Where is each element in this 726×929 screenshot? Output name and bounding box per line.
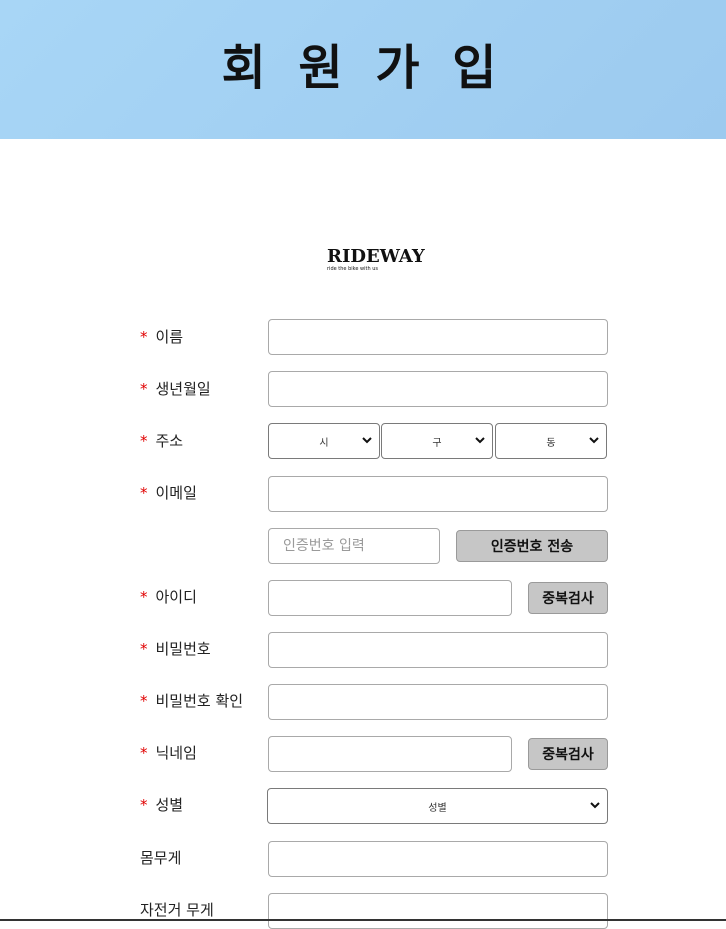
required-mark: * bbox=[140, 432, 148, 450]
logo-brand: RIDEWAY bbox=[327, 246, 425, 267]
password-confirm-input[interactable] bbox=[268, 684, 608, 720]
bike-weight-label: 자전거 무게 bbox=[140, 901, 214, 919]
password-confirm-label-text: 비밀번호 확인 bbox=[155, 692, 244, 710]
required-mark: * bbox=[140, 640, 148, 658]
nickname-label-text: 닉네임 bbox=[155, 744, 197, 762]
bike-weight-input[interactable] bbox=[268, 893, 608, 929]
chevron-down-icon bbox=[475, 437, 485, 444]
auth-code-input[interactable] bbox=[268, 528, 440, 564]
password-label: * 비밀번호 bbox=[140, 638, 211, 659]
userid-check-button[interactable]: 중복검사 bbox=[528, 582, 608, 614]
name-input[interactable] bbox=[268, 319, 608, 355]
district-select-value: 구 bbox=[432, 437, 442, 449]
gender-label-text: 성별 bbox=[155, 796, 184, 814]
page-header: 회 원 가 입 bbox=[0, 0, 726, 139]
required-mark: * bbox=[140, 380, 148, 398]
required-mark: * bbox=[140, 328, 148, 346]
email-label: * 이메일 bbox=[140, 482, 197, 503]
weight-label: 몸무게 bbox=[140, 849, 182, 867]
city-select[interactable]: 시 bbox=[268, 423, 380, 459]
password-label-text: 비밀번호 bbox=[155, 640, 211, 658]
rideway-logo: RIDEWAY ride the bike with us bbox=[327, 246, 427, 273]
birth-input[interactable] bbox=[268, 371, 608, 407]
required-mark: * bbox=[140, 796, 148, 814]
send-auth-code-button[interactable]: 인증번호 전송 bbox=[456, 530, 608, 562]
birth-label: * 생년월일 bbox=[140, 378, 211, 399]
district-select[interactable]: 구 bbox=[381, 423, 493, 459]
required-mark: * bbox=[140, 484, 148, 502]
weight-input[interactable] bbox=[268, 841, 608, 877]
userid-input[interactable] bbox=[268, 580, 512, 616]
nickname-label: * 닉네임 bbox=[140, 742, 197, 763]
required-mark: * bbox=[140, 588, 148, 606]
userid-label-text: 아이디 bbox=[155, 588, 197, 606]
address-label: * 주소 bbox=[140, 430, 183, 451]
email-label-text: 이메일 bbox=[155, 484, 197, 502]
password-confirm-label: * 비밀번호 확인 bbox=[140, 690, 243, 711]
birth-label-text: 생년월일 bbox=[155, 380, 211, 398]
gender-select[interactable]: 성별 bbox=[267, 788, 608, 824]
dong-select[interactable]: 동 bbox=[495, 423, 607, 459]
chevron-down-icon bbox=[590, 802, 600, 809]
required-mark: * bbox=[140, 692, 148, 710]
page-title: 회 원 가 입 bbox=[221, 40, 505, 96]
chevron-down-icon bbox=[362, 437, 372, 444]
city-select-value: 시 bbox=[319, 437, 329, 449]
gender-select-value: 성별 bbox=[428, 802, 447, 814]
chevron-down-icon bbox=[589, 437, 599, 444]
required-mark: * bbox=[140, 744, 148, 762]
userid-label: * 아이디 bbox=[140, 586, 197, 607]
gender-label: * 성별 bbox=[140, 794, 183, 815]
name-label-text: 이름 bbox=[155, 328, 184, 346]
address-label-text: 주소 bbox=[155, 432, 184, 450]
dong-select-value: 동 bbox=[546, 437, 556, 449]
email-input[interactable] bbox=[268, 476, 608, 512]
nickname-check-button[interactable]: 중복검사 bbox=[528, 738, 608, 770]
name-label: * 이름 bbox=[140, 326, 183, 347]
nickname-input[interactable] bbox=[268, 736, 512, 772]
password-input[interactable] bbox=[268, 632, 608, 668]
